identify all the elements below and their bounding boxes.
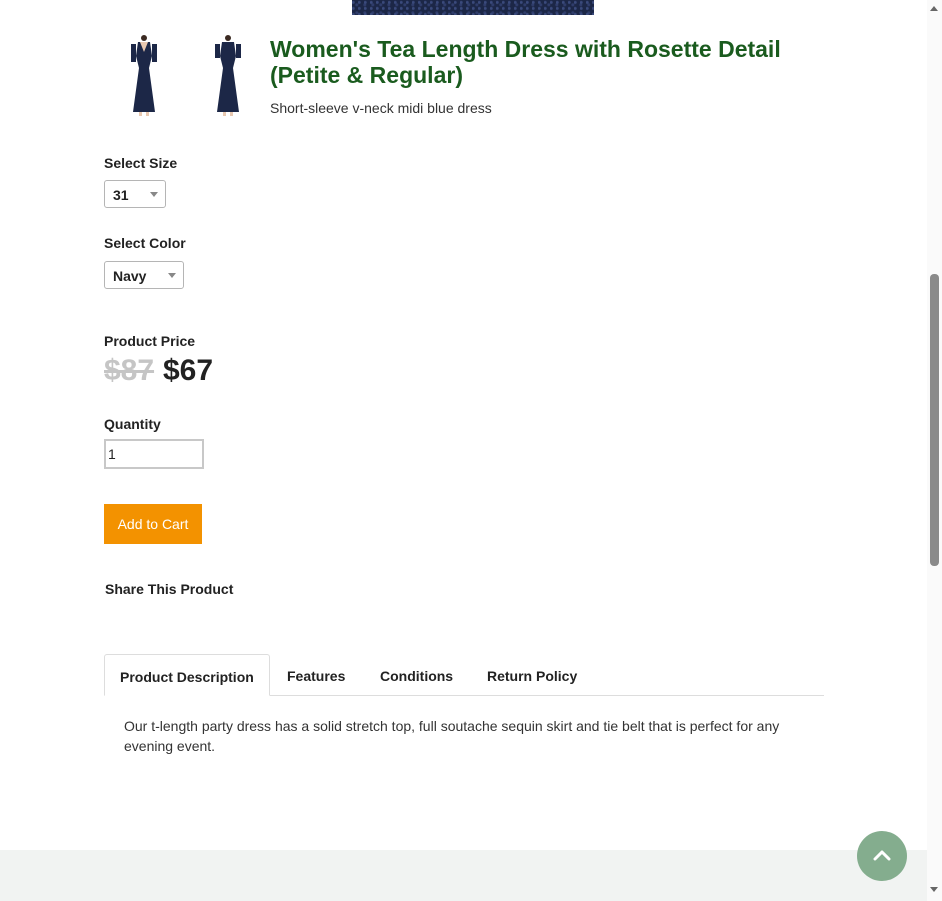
select-size-label: Select Size [104, 155, 178, 171]
scroll-up-arrow-icon[interactable] [930, 6, 938, 11]
select-color-label: Select Color [104, 235, 186, 251]
tab-product-description[interactable]: Product Description [104, 654, 270, 696]
main-product-image[interactable] [352, 0, 594, 15]
color-select[interactable]: Navy [104, 261, 184, 289]
page-footer [0, 850, 927, 901]
product-thumbnail-back[interactable] [211, 34, 245, 116]
quantity-input[interactable] [104, 439, 204, 469]
color-select-value: Navy [113, 268, 147, 284]
product-subtitle: Short-sleeve v-neck midi blue dress [270, 100, 492, 116]
product-thumbnail-front[interactable] [127, 34, 161, 116]
back-to-top-button[interactable] [857, 831, 907, 881]
sale-price: $67 [163, 354, 214, 387]
scrollbar-thumb[interactable] [930, 274, 939, 566]
original-price: $87 [104, 354, 155, 387]
tab-features[interactable]: Features [287, 654, 345, 696]
share-product-label: Share This Product [105, 581, 234, 597]
chevron-up-icon [873, 850, 891, 861]
tab-conditions[interactable]: Conditions [380, 654, 453, 696]
product-description-text: Our t-length party dress has a solid str… [124, 718, 780, 754]
tab-return-policy[interactable]: Return Policy [487, 654, 577, 696]
size-select-value: 31 [113, 187, 129, 203]
size-select[interactable]: 31 [104, 180, 166, 208]
caret-down-icon [150, 192, 158, 197]
product-title: Women's Tea Length Dress with Rosette De… [270, 36, 781, 88]
scroll-down-arrow-icon[interactable] [930, 887, 938, 892]
add-to-cart-button[interactable]: Add to Cart [104, 504, 202, 544]
product-price-label: Product Price [104, 333, 196, 349]
caret-down-icon [168, 273, 176, 278]
quantity-label: Quantity [104, 416, 161, 432]
product-tabs: Product Description Features Conditions … [104, 654, 824, 696]
